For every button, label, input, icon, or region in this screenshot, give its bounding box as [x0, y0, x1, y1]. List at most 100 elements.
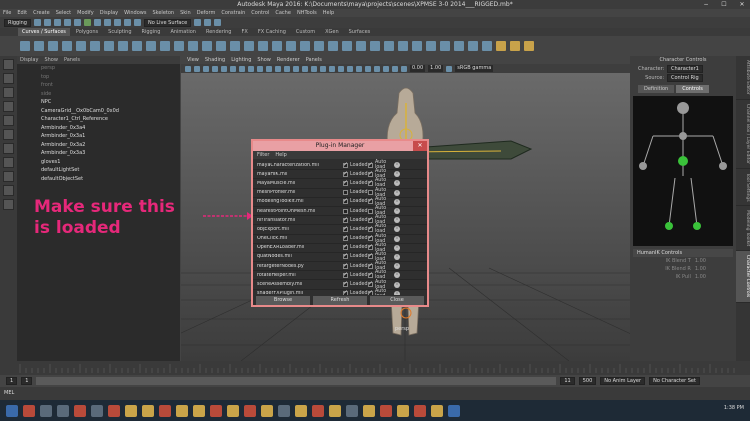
nurbs-sphere-icon[interactable] — [118, 41, 128, 51]
menu-skin[interactable]: Skin — [180, 9, 191, 17]
taskbar-app-3-icon[interactable] — [57, 404, 69, 417]
autoload-checkbox[interactable] — [368, 262, 373, 269]
taskbar-app-13-icon[interactable] — [380, 404, 392, 417]
taskbar-folder-11-icon[interactable] — [431, 404, 443, 417]
xray-icon[interactable] — [383, 65, 389, 72]
outliner-item[interactable]: NPC — [17, 98, 180, 107]
nurbs-square-icon[interactable] — [34, 41, 44, 51]
start-frame-field[interactable]: 1 — [6, 377, 18, 385]
outliner-menu-show[interactable]: Show — [44, 56, 58, 64]
loaded-checkbox[interactable] — [343, 179, 348, 186]
planar-icon[interactable] — [230, 41, 240, 51]
loaded-checkbox[interactable] — [343, 190, 348, 196]
outliner-item[interactable]: defaultLightSet — [17, 166, 180, 175]
outliner-item[interactable]: Character1_Ctrl_Reference — [17, 115, 180, 124]
project-curve-icon[interactable] — [314, 41, 324, 51]
autoload-checkbox[interactable] — [368, 289, 373, 295]
camera-icon[interactable] — [185, 65, 191, 72]
humanik-row-value[interactable]: 1.00 — [695, 273, 706, 281]
taskbar-folder-4-icon[interactable] — [193, 404, 205, 417]
taskbar-folder-2-icon[interactable] — [142, 404, 154, 417]
stitch-icon[interactable] — [454, 41, 464, 51]
menu-edit[interactable]: Edit — [17, 9, 27, 17]
last-tool-icon[interactable] — [3, 143, 14, 154]
viewport-menu-lighting[interactable]: Lighting — [231, 56, 251, 64]
textured-icon[interactable] — [311, 65, 317, 72]
wireframe-icon[interactable] — [284, 65, 290, 72]
menu-create[interactable]: Create — [33, 9, 50, 17]
nurbs-plane-icon[interactable] — [174, 41, 184, 51]
redo-icon[interactable] — [73, 19, 81, 26]
snap-point-icon[interactable] — [133, 19, 141, 26]
autoload-checkbox[interactable] — [368, 216, 373, 223]
image-plane-icon[interactable] — [212, 65, 218, 72]
lasso-tool-icon[interactable] — [3, 73, 14, 84]
move-tool-icon[interactable] — [3, 101, 14, 112]
revolve-icon[interactable] — [202, 41, 212, 51]
isolate-select-icon[interactable] — [374, 65, 380, 72]
four-pane-layout-icon[interactable] — [3, 171, 14, 182]
select-tool-icon[interactable] — [3, 59, 14, 70]
arc-icon[interactable] — [104, 41, 114, 51]
bezier-curve-icon[interactable] — [90, 41, 100, 51]
taskbar-app-1-icon[interactable] — [23, 404, 35, 417]
taskbar-app-6-icon[interactable] — [108, 404, 120, 417]
ambient-occlusion-icon[interactable] — [338, 65, 344, 72]
hik-right-hand-control[interactable] — [719, 162, 727, 170]
time-slider[interactable] — [0, 361, 750, 375]
exposure-field[interactable]: 0.00 — [410, 65, 426, 72]
shelf-tab-8[interactable]: Custom — [292, 28, 319, 36]
taskbar-app-4-icon[interactable] — [74, 404, 86, 417]
detach-icon[interactable] — [384, 41, 394, 51]
backface-culling-icon[interactable] — [401, 65, 407, 72]
script-tool-icon[interactable] — [496, 41, 506, 51]
autoload-checkbox[interactable] — [368, 161, 373, 168]
autoload-checkbox[interactable] — [368, 252, 373, 260]
paint-select-tool-icon[interactable] — [3, 87, 14, 98]
outliner-item[interactable]: defaultObjectSet — [17, 175, 180, 184]
loaded-checkbox[interactable] — [343, 271, 348, 278]
snap-grid-icon[interactable] — [113, 19, 121, 26]
outliner-item[interactable]: gloves1 — [17, 158, 180, 167]
bookmark-icon[interactable] — [203, 65, 209, 72]
loaded-checkbox[interactable] — [343, 252, 348, 260]
anti-aliasing-icon[interactable] — [356, 65, 362, 72]
outliner-menu-display[interactable]: Display — [20, 56, 38, 64]
loft-icon[interactable] — [216, 41, 226, 51]
menu-windows[interactable]: Windows — [124, 9, 146, 17]
attach-icon[interactable] — [370, 41, 380, 51]
safe-title-icon[interactable] — [275, 65, 281, 72]
humanik-figure-view[interactable] — [633, 96, 733, 246]
side-tab-2[interactable]: Tool Settings — [736, 169, 750, 207]
taskbar-folder-5-icon[interactable] — [227, 404, 239, 417]
end-frame-field[interactable]: 11 — [560, 377, 575, 385]
menu-set-dropdown[interactable]: Rigging — [4, 18, 31, 27]
xray-joints-icon[interactable] — [392, 65, 398, 72]
autoload-checkbox[interactable] — [368, 179, 373, 186]
info-icon[interactable]: i — [394, 217, 400, 224]
loaded-checkbox[interactable] — [343, 289, 348, 295]
outliner-item[interactable]: persp — [17, 64, 180, 73]
tab-controls[interactable]: Controls — [676, 85, 709, 93]
info-icon[interactable]: i — [394, 226, 400, 233]
reverse-icon[interactable] — [412, 41, 422, 51]
filter-menu[interactable]: Filter — [257, 151, 269, 159]
source-dropdown[interactable]: Control Rig — [667, 73, 703, 82]
total-frame-field[interactable]: 500 — [578, 377, 597, 385]
use-lights-icon[interactable] — [320, 65, 326, 72]
shelf-tab-7[interactable]: FX Caching — [254, 28, 290, 36]
outliner-layout-icon[interactable] — [3, 199, 14, 210]
loaded-checkbox[interactable] — [343, 243, 348, 251]
gamma-field[interactable]: 1.00 — [428, 65, 444, 72]
ep-curve-icon[interactable] — [48, 41, 58, 51]
info-icon[interactable]: i — [394, 180, 400, 187]
camera-attributes-icon[interactable] — [194, 65, 200, 72]
taskbar-app-15-icon[interactable] — [448, 404, 460, 417]
refresh-button[interactable]: Refresh — [313, 296, 367, 305]
taskbar-app-5-icon[interactable] — [91, 404, 103, 417]
shelf-tab-1[interactable]: Polygons — [72, 28, 102, 36]
shelf-tab-3[interactable]: Rigging — [138, 28, 165, 36]
loaded-checkbox[interactable] — [343, 197, 348, 205]
extrude-icon[interactable] — [244, 41, 254, 51]
field-chart-icon[interactable] — [257, 65, 263, 72]
